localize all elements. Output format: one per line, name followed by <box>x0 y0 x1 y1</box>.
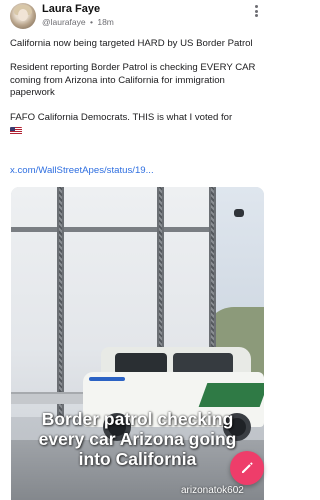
more-dot <box>254 5 258 8</box>
author-name[interactable]: Laura Faye <box>42 3 100 15</box>
post-paragraph: California now being targeted HARD by US… <box>10 38 253 49</box>
more-options-icon[interactable] <box>247 4 265 18</box>
author-handle[interactable]: @laurafaye <box>42 17 86 27</box>
post-header: Laura Faye @laurafaye • 18m <box>10 2 265 32</box>
post-card: Laura Faye @laurafaye • 18m California n… <box>0 0 275 500</box>
vehicle-stripe <box>198 383 264 407</box>
post-video[interactable]: Border patrol checking every car Arizona… <box>11 187 264 500</box>
post-paragraph-text: FAFO California Democrats. THIS is what … <box>10 111 233 123</box>
caption-line: into California <box>78 449 197 469</box>
light-bar <box>89 377 125 381</box>
external-link[interactable]: x.com/WallStreetApes/status/19... <box>10 165 154 176</box>
post-time: 18m <box>97 17 114 27</box>
us-flag-emoji <box>10 126 22 135</box>
post-paragraph: Resident reporting Border Patrol is chec… <box>10 62 256 99</box>
avatar[interactable] <box>10 3 36 29</box>
compose-icon <box>242 462 253 473</box>
security-camera <box>234 209 244 217</box>
avatar-face <box>18 9 28 21</box>
canopy-beam <box>11 227 211 232</box>
video-caption: Border patrol checking every car Arizona… <box>11 409 264 469</box>
post-paragraph: FAFO California Democrats. THIS is what … <box>10 112 268 137</box>
caption-line: every car Arizona going <box>38 429 237 449</box>
compose-button[interactable] <box>230 451 264 485</box>
caption-line: Border patrol checking <box>41 409 234 429</box>
more-dot <box>254 9 258 13</box>
more-dot <box>254 14 258 17</box>
video-watermark: arizonatok602 <box>181 485 244 496</box>
meta-separator: • <box>89 17 93 27</box>
author-meta: @laurafaye • 18m <box>42 17 114 27</box>
canopy-pole <box>57 187 64 417</box>
post-body: California now being targeted HARD by US… <box>10 38 268 148</box>
